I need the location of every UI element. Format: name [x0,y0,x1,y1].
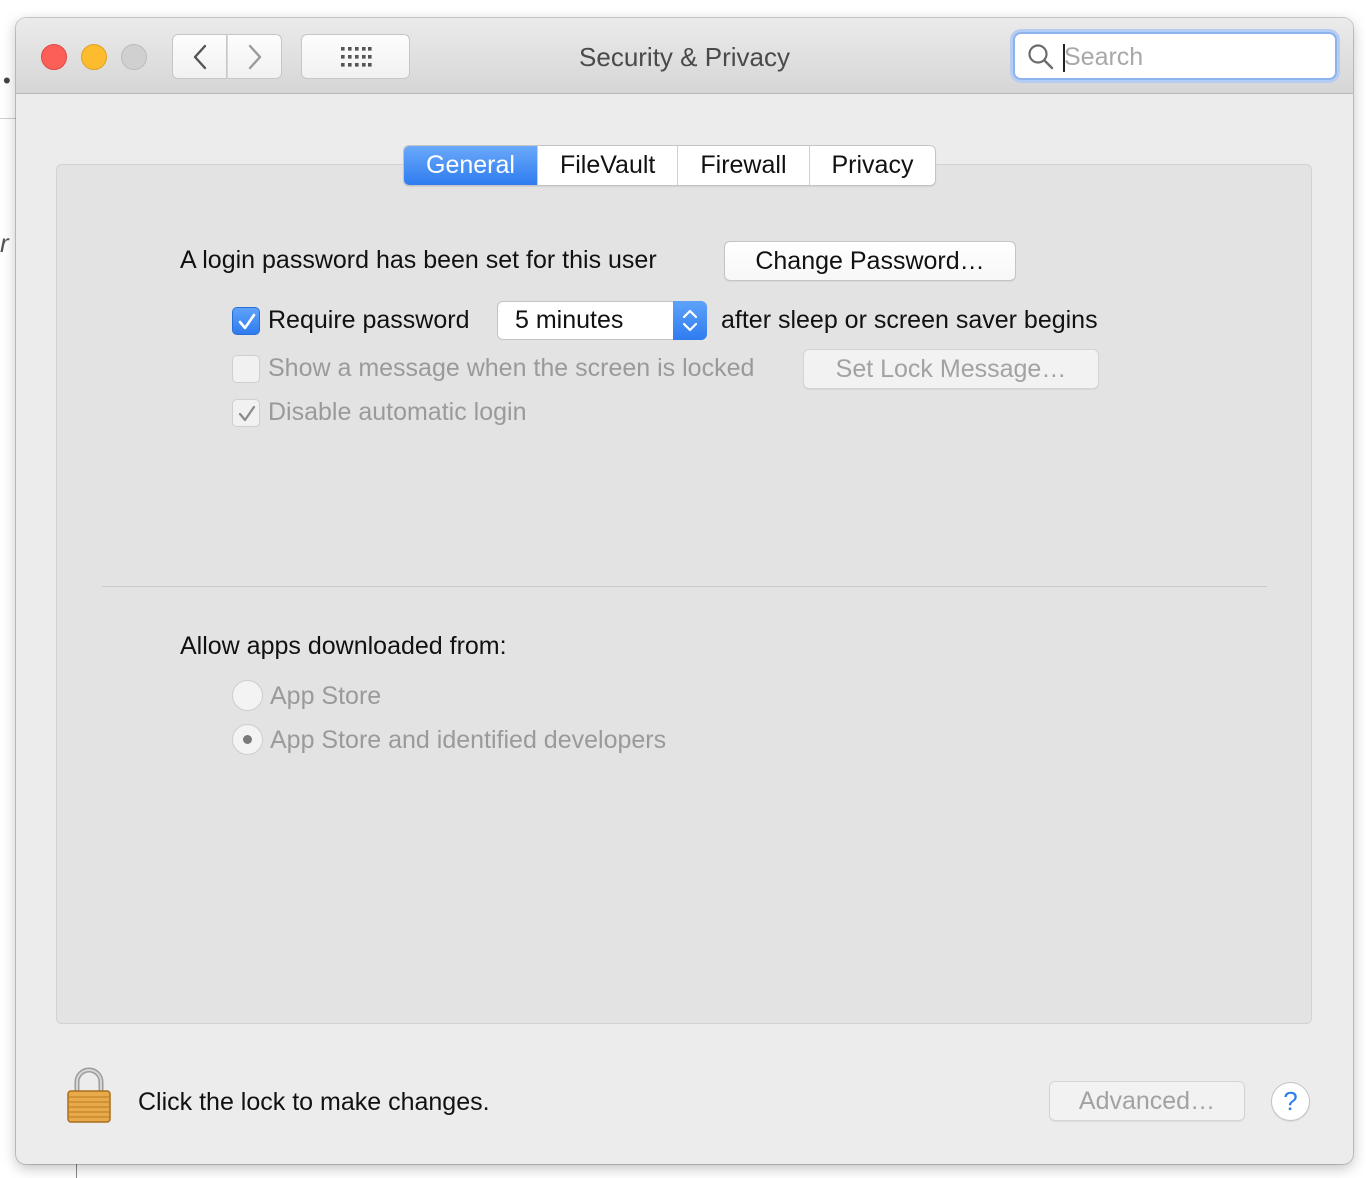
tab-privacy[interactable]: Privacy [809,146,936,185]
search-icon [1028,44,1054,70]
require-password-label: Require password [268,306,470,334]
advanced-button[interactable]: Advanced… [1049,1081,1245,1121]
tab-filevault[interactable]: FileVault [537,146,679,185]
security-privacy-window: Security & Privacy General FileVault Fir… [16,18,1353,1164]
tab-bar: General FileVault Firewall Privacy [403,145,937,186]
disable-auto-login-checkbox[interactable] [232,399,260,427]
section-divider [102,586,1267,587]
change-password-button[interactable]: Change Password… [724,241,1016,281]
require-password-checkbox[interactable] [232,307,260,335]
checkmark-icon [238,405,256,422]
radio-app-store-identified[interactable] [232,724,263,755]
tab-general[interactable]: General [404,146,538,185]
background-window-sliver: • r [0,0,16,1178]
login-password-label: A login password has been set for this u… [180,246,657,274]
set-lock-message-button[interactable]: Set Lock Message… [803,349,1099,389]
background-glyph: • [3,68,11,93]
help-button[interactable]: ? [1271,1082,1310,1121]
require-password-delay-value: 5 minutes [515,306,624,334]
show-message-checkbox[interactable] [232,355,260,383]
require-password-suffix: after sleep or screen saver begins [721,306,1098,334]
background-glyph: r [0,228,9,258]
stepper-arrows-icon [673,301,707,340]
background-divider [0,118,16,119]
tab-content-panel [56,164,1312,1024]
disable-auto-login-label: Disable automatic login [268,398,527,426]
radio-selected-dot [243,735,252,744]
search-field[interactable] [1013,32,1337,80]
titlebar: Security & Privacy [16,18,1353,94]
checkmark-icon [238,313,256,330]
radio-app-store-identified-label: App Store and identified developers [270,726,667,754]
tab-firewall[interactable]: Firewall [678,146,810,185]
search-input[interactable] [1064,39,1324,75]
show-message-label: Show a message when the screen is locked [268,354,755,382]
allow-apps-heading: Allow apps downloaded from: [180,632,507,660]
radio-app-store[interactable] [232,680,263,711]
require-password-delay-select[interactable]: 5 minutes [497,301,707,340]
lock-message: Click the lock to make changes. [138,1088,490,1116]
radio-app-store-label: App Store [270,682,382,710]
lock-icon[interactable] [66,1066,112,1124]
